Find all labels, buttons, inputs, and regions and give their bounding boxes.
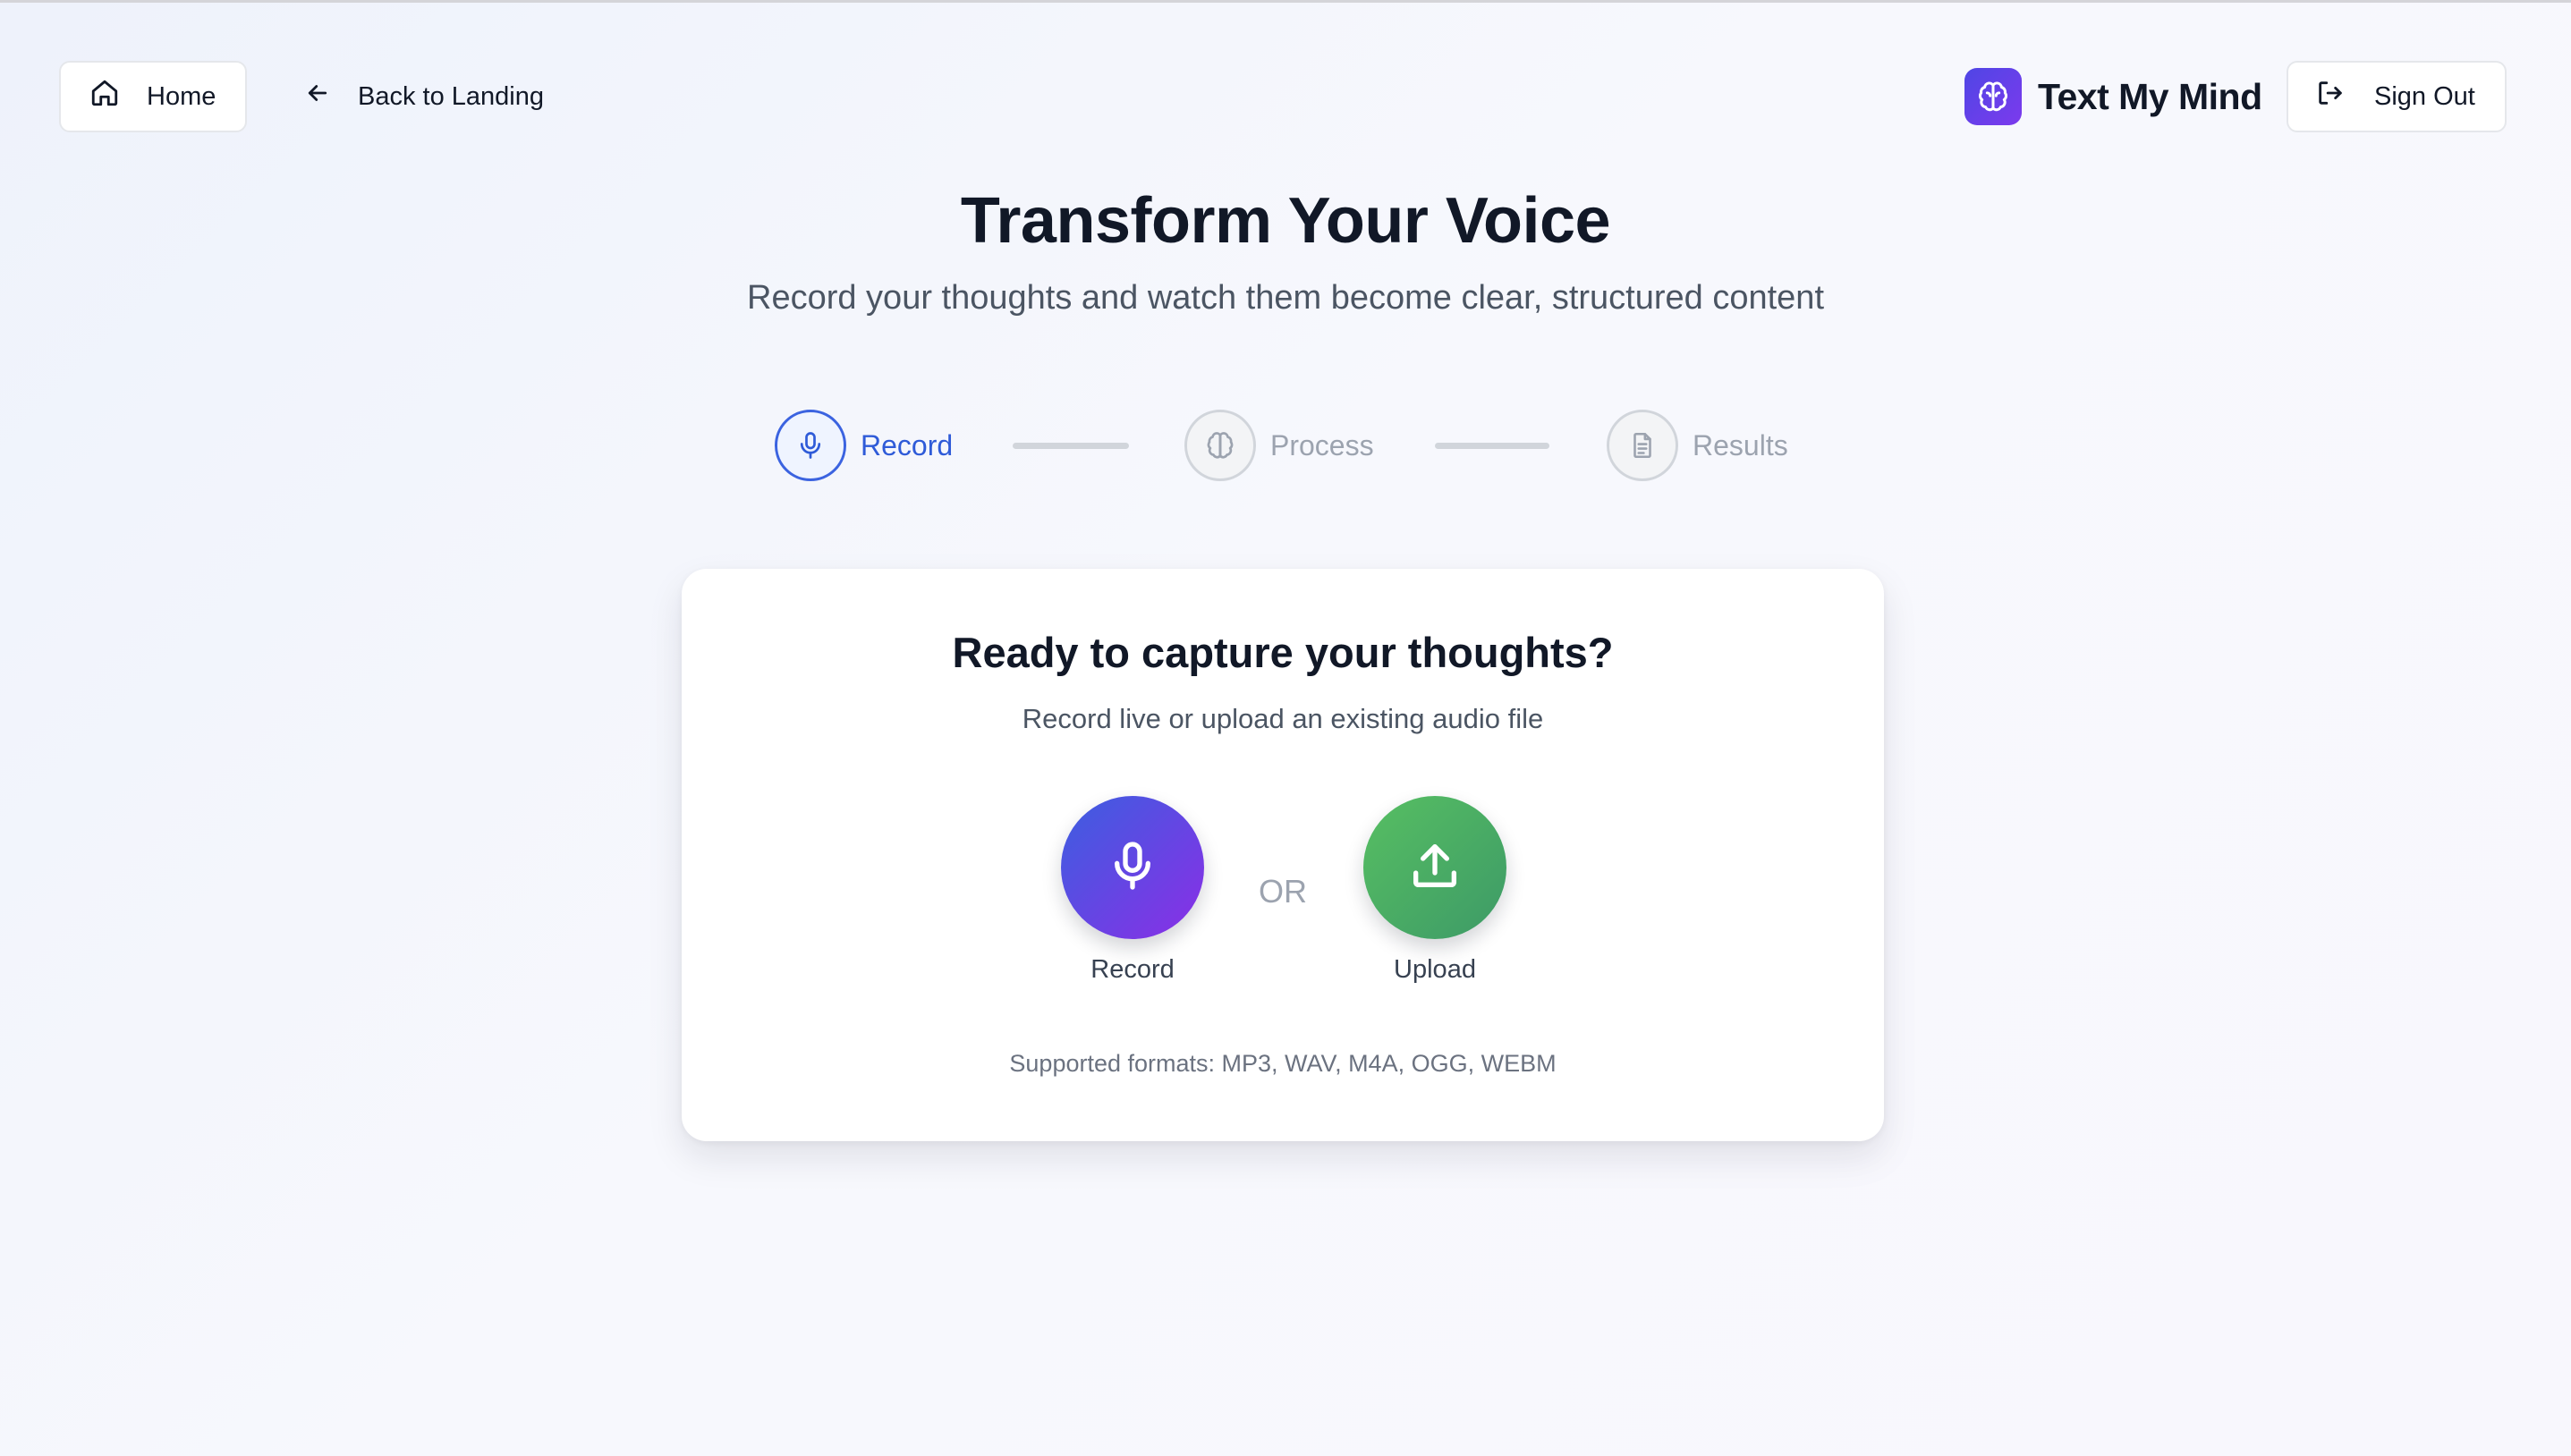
arrow-left-icon xyxy=(304,80,331,114)
top-border xyxy=(0,0,2571,3)
brand-name: Text My Mind xyxy=(2038,75,2262,117)
back-link-label: Back to Landing xyxy=(358,81,544,111)
or-divider: OR xyxy=(1259,873,1307,910)
sign-out-button[interactable]: Sign Out xyxy=(2287,61,2507,132)
home-button[interactable]: Home xyxy=(59,61,247,132)
upload-action: Upload xyxy=(1363,796,1506,985)
sign-out-icon xyxy=(2315,78,2346,115)
home-button-label: Home xyxy=(147,81,216,111)
step-record-label: Record xyxy=(861,428,954,461)
step-results[interactable]: Results xyxy=(1607,410,1788,481)
card-subtitle: Record live or upload an existing audio … xyxy=(1022,703,1544,734)
document-icon xyxy=(1607,410,1678,481)
step-process[interactable]: Process xyxy=(1184,410,1374,481)
upload-button[interactable] xyxy=(1363,796,1506,939)
progress-stepper: Record Process Results xyxy=(0,410,2571,481)
record-button-label: Record xyxy=(1090,955,1175,984)
card-title: Ready to capture your thoughts? xyxy=(952,629,1614,676)
page-subtitle: Record your thoughts and watch them beco… xyxy=(747,279,1824,317)
upload-icon xyxy=(1406,837,1464,899)
back-to-landing-link[interactable]: Back to Landing xyxy=(304,61,544,132)
brain-icon xyxy=(1184,410,1256,481)
page-title: Transform Your Voice xyxy=(960,185,1611,257)
upload-button-label: Upload xyxy=(1394,955,1476,984)
step-process-label: Process xyxy=(1270,428,1374,461)
step-connector xyxy=(1435,443,1549,449)
microphone-icon xyxy=(775,410,846,481)
step-connector xyxy=(1013,443,1129,449)
brand: Text My Mind xyxy=(1964,68,2262,125)
brain-logo-icon xyxy=(1964,68,2022,125)
home-icon xyxy=(89,78,120,115)
step-record[interactable]: Record xyxy=(775,410,953,481)
record-button[interactable] xyxy=(1061,796,1204,939)
supported-formats: Supported formats: MP3, WAV, M4A, OGG, W… xyxy=(1009,1050,1557,1077)
sign-out-label: Sign Out xyxy=(2374,81,2475,111)
step-results-label: Results xyxy=(1693,428,1788,461)
capture-card: Ready to capture your thoughts? Record l… xyxy=(682,569,1884,1141)
